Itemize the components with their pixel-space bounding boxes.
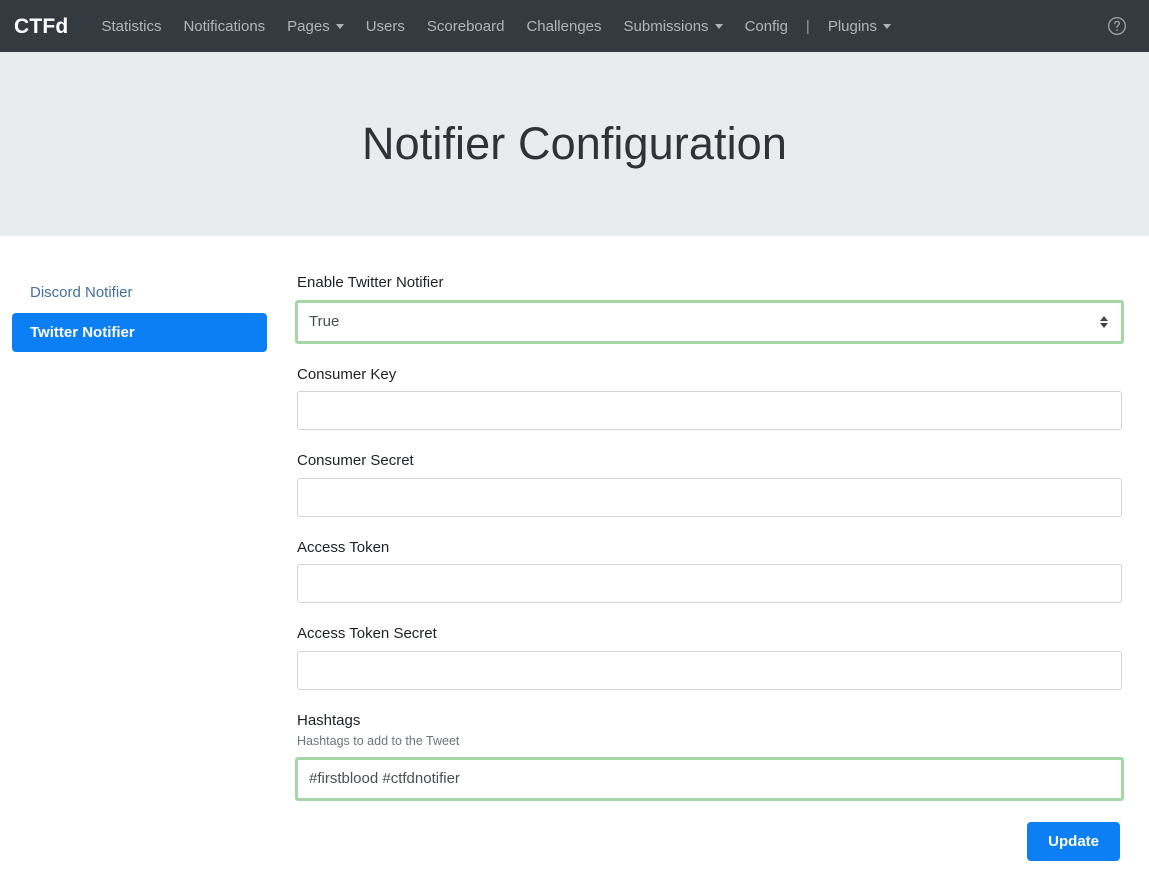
nav-link-challenges[interactable]: Challenges xyxy=(515,11,612,42)
nav-item-config[interactable]: Config xyxy=(734,0,799,52)
nav-link-pages-label: Pages xyxy=(287,17,330,35)
nav-link-plugins[interactable]: Plugins xyxy=(817,11,902,42)
field-access-token-secret: Access Token Secret xyxy=(297,624,1122,690)
nav-link-plugins-label: Plugins xyxy=(827,17,878,35)
main-content: Discord Notifier Twitter Notifier Enable… xyxy=(0,236,1149,861)
nav-link-pages[interactable]: Pages xyxy=(276,11,355,42)
nav-link-statistics[interactable]: Statistics xyxy=(90,11,172,42)
label-access-token: Access Token xyxy=(297,538,390,556)
field-consumer-secret: Consumer Secret xyxy=(297,451,1122,517)
sidebar-item-discord-notifier-wrap: Discord Notifier xyxy=(12,273,267,313)
sidebar-item-discord-notifier[interactable]: Discord Notifier xyxy=(12,273,267,313)
field-hashtags: Hashtags Hashtags to add to the Tweet xyxy=(295,711,1124,801)
chevron-down-icon xyxy=(714,23,723,29)
notifier-config-form: Enable Twitter Notifier True False Consu… xyxy=(267,273,1149,861)
label-consumer-secret: Consumer Secret xyxy=(297,452,414,469)
label-hashtags: Hashtags xyxy=(297,711,361,729)
consumer-key-input[interactable] xyxy=(297,391,1122,430)
form-footer: Update xyxy=(297,821,1122,861)
field-access-token: Access Token xyxy=(297,538,1122,603)
nav-link-scoreboard[interactable]: Scoreboard xyxy=(416,11,516,42)
label-access-token-secret: Access Token Secret xyxy=(297,625,437,642)
navbar-right-section xyxy=(1107,16,1135,36)
page-title: Notifier Configuration xyxy=(362,118,787,170)
nav-link-submissions-label: Submissions xyxy=(623,17,709,35)
nav-link-notifications[interactable]: Notifications xyxy=(172,11,276,42)
main-navbar: CTFd Statistics Notifications Pages User… xyxy=(0,0,1149,52)
nav-link-submissions[interactable]: Submissions xyxy=(613,11,734,42)
access-token-input[interactable] xyxy=(297,564,1122,603)
nav-item-pages[interactable]: Pages xyxy=(276,0,355,52)
navbar-brand[interactable]: CTFd xyxy=(12,16,68,37)
sidebar-nav: Discord Notifier Twitter Notifier xyxy=(12,273,267,352)
label-enable-twitter-notifier: Enable Twitter Notifier xyxy=(297,274,444,291)
access-token-secret-input[interactable] xyxy=(297,650,1122,690)
nav-item-users[interactable]: Users xyxy=(355,0,416,52)
field-consumer-key: Consumer Key xyxy=(297,365,1122,430)
help-text-hashtags: Hashtags to add to the Tweet xyxy=(297,734,460,748)
hashtags-input[interactable] xyxy=(295,756,1124,801)
nav-divider-label: | xyxy=(805,17,810,35)
consumer-secret-input[interactable] xyxy=(297,477,1122,517)
nav-item-notifications[interactable]: Notifications xyxy=(172,0,276,52)
label-consumer-key: Consumer Key xyxy=(297,365,397,383)
nav-item-submissions[interactable]: Submissions xyxy=(613,0,734,52)
nav-item-challenges[interactable]: Challenges xyxy=(515,0,612,52)
nav-item-statistics[interactable]: Statistics xyxy=(90,0,172,52)
nav-item-plugins[interactable]: Plugins xyxy=(817,0,902,52)
sidebar-item-twitter-notifier-wrap: Twitter Notifier xyxy=(12,312,267,352)
help-button[interactable] xyxy=(1107,16,1127,36)
nav-link-config[interactable]: Config xyxy=(734,11,799,42)
enable-select-wrapper: True False xyxy=(295,299,1124,344)
nav-link-users[interactable]: Users xyxy=(355,11,416,42)
update-button[interactable]: Update xyxy=(1027,821,1120,861)
question-circle-icon xyxy=(1108,17,1126,35)
chevron-down-icon xyxy=(335,23,344,29)
field-enable-twitter-notifier: Enable Twitter Notifier True False xyxy=(295,273,1124,344)
sidebar: Discord Notifier Twitter Notifier xyxy=(0,273,267,861)
chevron-down-icon xyxy=(883,23,892,29)
nav-divider: | xyxy=(799,0,817,52)
nav-item-scoreboard[interactable]: Scoreboard xyxy=(416,0,516,52)
sidebar-item-twitter-notifier[interactable]: Twitter Notifier xyxy=(12,312,267,352)
navbar-links: Statistics Notifications Pages Users Sco… xyxy=(90,0,902,52)
page-header: Notifier Configuration xyxy=(0,52,1149,236)
enable-twitter-notifier-select[interactable]: True False xyxy=(295,299,1124,344)
